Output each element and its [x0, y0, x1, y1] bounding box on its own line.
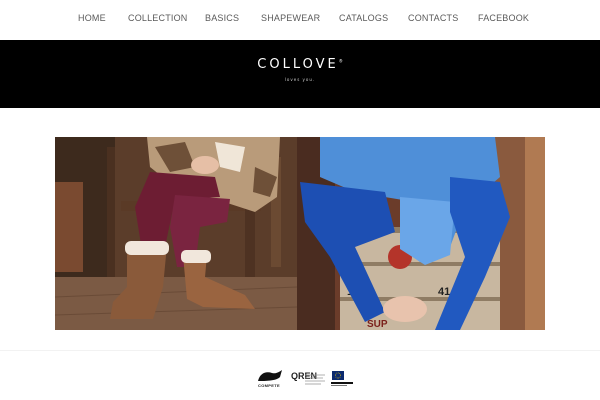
nav-menu: HOME COLLECTION BASICS SHAPEWEAR CATALOG…	[0, 0, 600, 40]
eu-flag-logo[interactable]	[331, 371, 353, 389]
brand-logo-text: COLLOVE	[257, 57, 339, 72]
brand-logo[interactable]: COLLOVE®	[0, 57, 600, 72]
header-banner: COLLOVE® loves you.	[0, 40, 600, 108]
chair-back-post	[107, 147, 115, 277]
hand	[191, 156, 219, 174]
boot-fur-cuff	[181, 250, 211, 263]
eu-flag-icon	[331, 371, 353, 386]
compete-logo[interactable]: COMPETE	[252, 369, 286, 391]
qren-logo[interactable]: QREN	[289, 369, 327, 391]
top-navigation: HOME COLLECTION BASICS SHAPEWEAR CATALOG…	[0, 0, 600, 40]
bare-foot	[383, 296, 427, 322]
compete-emblem-icon	[258, 370, 282, 381]
nav-item-collection[interactable]: COLLECTION	[128, 13, 188, 23]
qren-lines-icon	[305, 374, 325, 385]
hero-image: 19 41 SUP	[55, 137, 545, 330]
nav-item-basics[interactable]: BASICS	[205, 13, 239, 23]
right-wooden-post	[525, 137, 545, 330]
crate-number-right: 41	[438, 286, 450, 298]
nav-item-catalogs[interactable]: CATALOGS	[339, 13, 388, 23]
boot-fur-cuff	[125, 241, 169, 255]
crate-label: SUP	[367, 319, 388, 330]
hero-photo-illustration: 19 41 SUP	[55, 137, 545, 330]
nav-item-facebook[interactable]: FACEBOOK	[478, 13, 529, 23]
brand-tagline: loves you.	[284, 77, 316, 82]
nav-item-contacts[interactable]: CONTACTS	[408, 13, 458, 23]
left-wooden-box	[55, 182, 83, 272]
footer-sponsor-logos: COMPETE QREN	[0, 365, 600, 395]
nav-item-home[interactable]: HOME	[78, 13, 106, 23]
footer-divider	[0, 350, 600, 351]
left-wooden-floor	[55, 277, 297, 330]
nav-item-shapewear[interactable]: SHAPEWEAR	[261, 13, 320, 23]
registered-mark: ®	[338, 58, 343, 64]
compete-logo-text: COMPETE	[258, 383, 280, 388]
